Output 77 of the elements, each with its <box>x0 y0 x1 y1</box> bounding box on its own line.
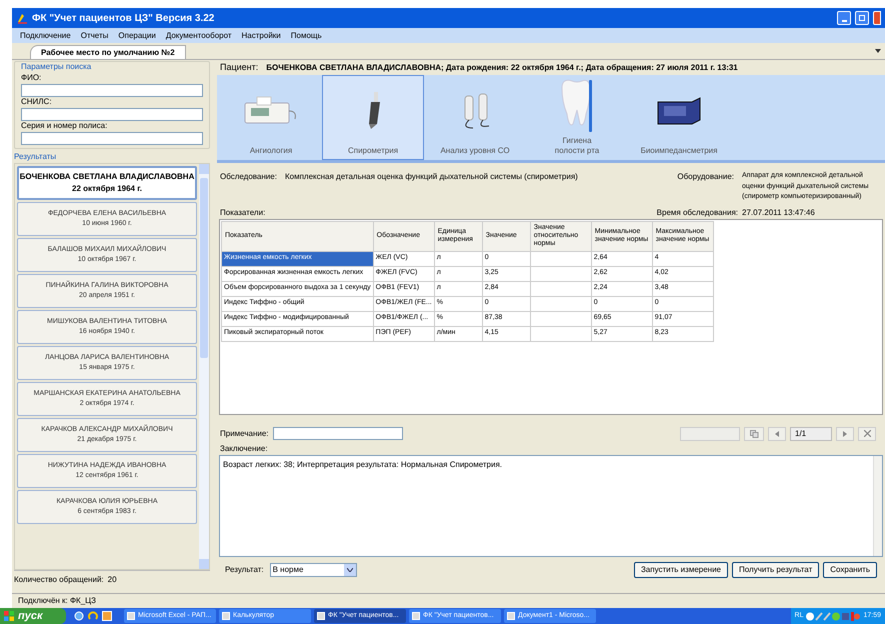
device-tile[interactable]: Ангиология <box>220 75 322 160</box>
time-label: Время обследования: <box>656 206 738 218</box>
device-tile[interactable]: Гигиена полости рта <box>526 75 628 160</box>
analyzer-box-icon <box>656 96 702 126</box>
equipment-label: Оборудование: <box>677 171 734 183</box>
minimize-button[interactable] <box>837 11 851 25</box>
count-value: 20 <box>108 574 117 586</box>
action-button[interactable]: Получить результат <box>732 562 820 578</box>
group-title: Параметры поиска <box>21 61 92 73</box>
device-tile[interactable]: Биоимпедансметрия <box>628 75 730 160</box>
menu-item[interactable]: Подключение <box>20 30 71 42</box>
menu-item[interactable]: Операции <box>118 30 156 42</box>
windows-logo-icon <box>4 611 14 621</box>
window-icon <box>507 612 515 620</box>
table-cell <box>530 281 592 296</box>
time-value: 27.07.2011 13:47:46 <box>742 206 816 218</box>
input-field[interactable] <box>21 84 203 97</box>
close-icon <box>864 430 870 437</box>
result-label: Результат: <box>225 564 264 576</box>
next-button[interactable] <box>836 426 854 440</box>
scrollbar[interactable] <box>873 456 882 556</box>
close-button[interactable] <box>873 11 881 25</box>
document-tab[interactable]: Рабочее место по умолчанию №2 <box>30 45 186 59</box>
device-tile[interactable]: Анализ уровня СО <box>424 75 526 160</box>
status-text: Подключён к: ФК_ЦЗ <box>18 595 96 607</box>
copy-button[interactable] <box>744 426 764 440</box>
table-cell <box>530 326 592 341</box>
action-button[interactable]: Сохранить <box>823 562 877 578</box>
patient-label: Пациент: <box>220 60 258 74</box>
delete-button[interactable] <box>858 426 876 440</box>
window-title: ФК "Учет пациентов ЦЗ" Версия 3.22 <box>32 12 216 26</box>
window-icon <box>412 612 420 620</box>
menu-item[interactable]: Помощь <box>290 30 322 42</box>
note-label: Примечание: <box>220 428 269 440</box>
copy-icon <box>750 430 758 438</box>
table-cell <box>530 311 592 326</box>
table-cell <box>530 266 592 281</box>
restore-button[interactable] <box>855 11 869 25</box>
table-title: Показатели: <box>220 206 266 218</box>
exam-value: Комплексная детальная оценка функций дыхательной системы (спирометрия) <box>284 171 579 183</box>
conclusion-text: Возраст легких: 38; Интерпретация результата: Нормальная Спирометрия. <box>222 458 504 471</box>
media-icon[interactable] <box>102 611 112 621</box>
input-field[interactable] <box>21 108 203 121</box>
previous-button[interactable] <box>768 426 786 440</box>
dropdown-icon <box>346 568 353 572</box>
left-arrow-icon <box>775 430 779 436</box>
window-icon <box>317 612 325 620</box>
patient-card[interactable]: БОЧЕНКОВА СВЕТЛАНА ВЛАДИСЛАВОВНА 22 октября 1964 г. <box>17 166 197 200</box>
field-label: Серия и номер полиса: <box>21 121 108 131</box>
table-cell <box>530 251 592 266</box>
group-title: Результаты <box>14 151 58 163</box>
input-field[interactable] <box>21 132 203 145</box>
note-field[interactable] <box>272 427 403 440</box>
window-icon <box>222 612 230 620</box>
patient-info: БОЧЕНКОВА СВЕТЛАНА ВЛАДИСЛАВОВНА; Дата рождения: 22 октября 1964 г.; Дата обращения: 27 июля 2011 г. 13:31 <box>266 62 738 74</box>
conclusion-field[interactable]: Возраст легких: 38; Интерпретация результата: Нормальная Спирометрия. <box>219 454 883 556</box>
result-dropdown[interactable]: В норме <box>270 562 357 576</box>
window-icon <box>127 612 135 620</box>
table-cell <box>530 296 592 311</box>
device-tile[interactable]: Спирометрия <box>322 75 424 160</box>
page-counter: 1/1 <box>790 426 832 440</box>
dropdown-icon[interactable] <box>875 49 881 53</box>
scrollbar[interactable] <box>199 164 209 569</box>
menu-item[interactable]: Настройки <box>242 30 281 42</box>
field-label: СНИЛС: <box>21 97 53 107</box>
start-button[interactable]: пуск <box>0 608 66 624</box>
count-label: Количество обращений: <box>14 574 104 586</box>
field-label: ФИО: <box>21 73 42 83</box>
action-button[interactable]: Запустить измерение <box>634 562 728 578</box>
tooth-icon <box>559 78 595 134</box>
exam-label: Обследование: <box>220 171 277 183</box>
right-arrow-icon <box>843 430 847 436</box>
tray-icons-drawing <box>806 612 860 620</box>
menu-item[interactable]: Отчеты <box>80 30 108 42</box>
conclusion-label: Заключение: <box>219 442 269 454</box>
menu-item[interactable]: Документооборот <box>166 30 232 42</box>
app-icon <box>16 12 28 24</box>
